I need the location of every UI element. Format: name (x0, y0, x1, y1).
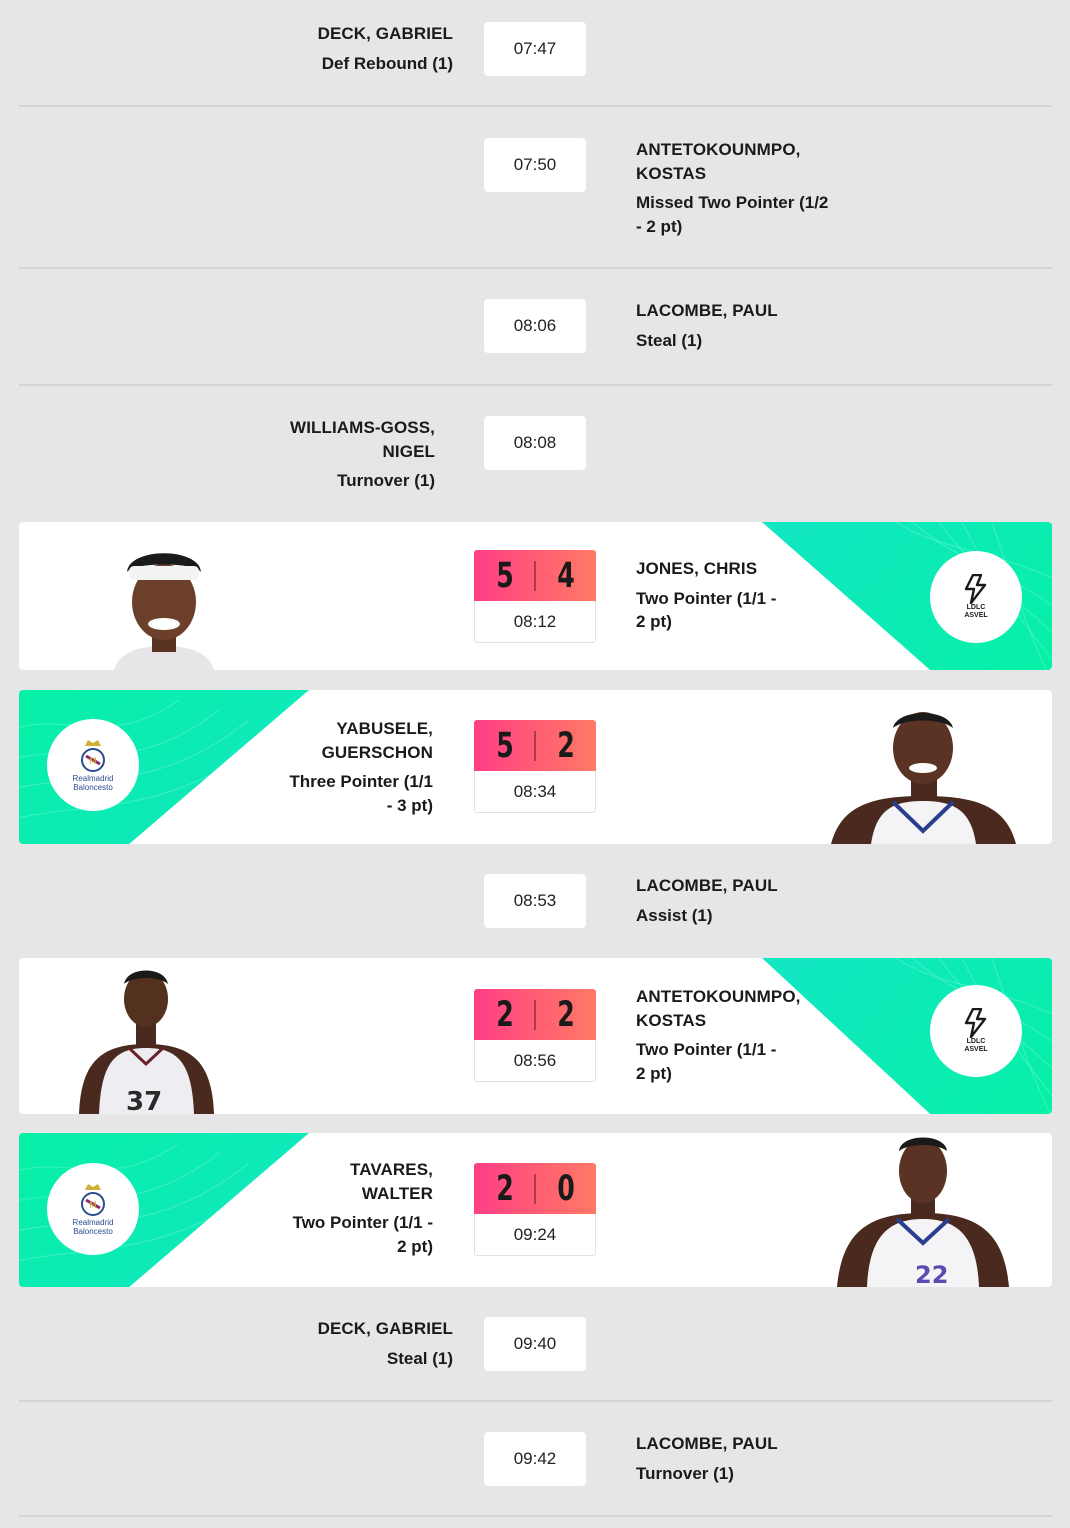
realmadrid-logo-text: Realmadrid Baloncesto (72, 1218, 114, 1236)
player-name[interactable]: LACOMBE, PAUL (636, 299, 778, 323)
away-score: 0 (556, 1168, 575, 1209)
player-name[interactable]: DECK, GABRIEL (318, 22, 453, 46)
player-name[interactable]: ANTETOKOUNMPO, KOSTAS (636, 138, 828, 185)
event-time: 07:47 (484, 22, 586, 76)
player-photo-antetokounmpo: 37 (79, 970, 214, 1114)
player-name[interactable]: YABUSELE, GUERSCHON (289, 717, 433, 764)
event-action: Steal (1) (636, 330, 703, 350)
away-score: 2 (556, 994, 575, 1035)
event-time: 09:40 (484, 1317, 586, 1371)
asvel-logo-text: LDLC ASVEL (964, 604, 988, 619)
scoreboard: 5 4 08:12 (474, 550, 596, 643)
realmadrid-logo-text: Realmadrid Baloncesto (72, 774, 114, 792)
asvel-bolt-icon (964, 1008, 987, 1038)
scoreboard: 2 2 08:56 (474, 989, 596, 1082)
player-name[interactable]: DECK, GABRIEL (318, 1317, 453, 1341)
event-time: 08:56 (474, 1040, 596, 1082)
event-action: Turnover (1) (337, 471, 435, 490)
home-score: 5 (495, 725, 514, 766)
score-bar: 5 4 (474, 550, 596, 601)
event-action: Def Rebound (1) (321, 53, 453, 73)
divider (19, 1400, 1052, 1402)
home-score: 2 (495, 1168, 514, 1209)
event-action: Two Pointer (1/1 -2 pt) (292, 1213, 433, 1256)
divider (19, 384, 1052, 386)
player-name[interactable]: ANTETOKOUNMPO, KOSTAS (636, 985, 800, 1032)
realmadrid-logo[interactable]: M Realmadrid Baloncesto (47, 1163, 139, 1255)
scoreboard: 2 0 09:24 (474, 1163, 596, 1256)
scoreboard: 5 2 08:34 (474, 720, 596, 813)
score-card: SCORE M Realmadrid Baloncesto TAVARES, WAL… (19, 1133, 1052, 1287)
realmadrid-logo[interactable]: M Realmadrid Baloncesto (47, 719, 139, 811)
score-bar: 2 2 (474, 989, 596, 1040)
divider (19, 267, 1052, 269)
event-text: LACOMBE, PAUL Assist (1) (636, 874, 778, 927)
event-text: LACOMBE, PAUL Steal (1) (636, 299, 778, 352)
event-time: 08:12 (474, 601, 596, 643)
event-action: Two Pointer (1/1 -2 pt) (636, 1040, 777, 1083)
event-action: Two Pointer (1/1 -2 pt) (636, 588, 777, 632)
event-text: LACOMBE, PAUL Turnover (1) (636, 1432, 778, 1485)
player-photo-yabusele (831, 712, 1016, 844)
score-card: SCORE LDLC ASVEL 37 2 2 08:56 ANTETOKOUNM… (19, 958, 1052, 1114)
event-action: Turnover (1) (636, 1463, 734, 1483)
player-name[interactable]: LACOMBE, PAUL (636, 1432, 778, 1456)
event-text: DECK, GABRIEL Def Rebound (1) (318, 22, 453, 75)
event-text: ANTETOKOUNMPO, KOSTAS Two Pointer (1/1 -2… (636, 985, 800, 1085)
event-time: 08:34 (474, 771, 596, 813)
event-action: Missed Two Pointer (1/2- 2 pt) (636, 193, 829, 236)
svg-text:M: M (89, 1201, 97, 1211)
event-action: Steal (1) (386, 1348, 453, 1368)
event-text: WILLIAMS-GOSS, NIGEL Turnover (1) (290, 416, 435, 493)
event-time: 08:06 (484, 299, 586, 353)
asvel-logo[interactable]: LDLC ASVEL (930, 551, 1022, 643)
event-action: Assist (1) (636, 905, 713, 925)
away-score: 2 (556, 725, 575, 766)
event-text: YABUSELE, GUERSCHON Three Pointer (1/1- 3… (289, 717, 433, 817)
event-text: DECK, GABRIEL Steal (1) (318, 1317, 453, 1370)
divider (19, 1515, 1052, 1517)
event-time: 09:24 (474, 1214, 596, 1256)
jersey-number: 37 (126, 1087, 162, 1114)
event-text: ANTETOKOUNMPO, KOSTAS Missed Two Pointer … (636, 138, 828, 238)
realmadrid-crest-icon: M (81, 740, 105, 772)
event-text: JONES, CHRIS Two Pointer (1/1 -2 pt) (636, 557, 776, 634)
away-score: 4 (556, 555, 575, 596)
player-name[interactable]: JONES, CHRIS (636, 557, 776, 581)
asvel-bolt-icon (964, 574, 987, 604)
home-score: 2 (495, 994, 514, 1035)
event-text: TAVARES, WALTER Two Pointer (1/1 -2 pt) (293, 1158, 433, 1258)
event-time: 08:08 (484, 416, 586, 470)
asvel-logo[interactable]: LDLC ASVEL (930, 985, 1022, 1077)
player-name[interactable]: TAVARES, WALTER (293, 1158, 433, 1205)
realmadrid-crest-icon: M (81, 1184, 105, 1216)
score-card: SCORE M Realmadrid Baloncesto YABUSELE, GU… (19, 690, 1052, 844)
player-name[interactable]: LACOMBE, PAUL (636, 874, 778, 898)
score-bar: 2 0 (474, 1163, 596, 1214)
player-photo-tavares: 22 (837, 1137, 1009, 1287)
event-action: Three Pointer (1/1- 3 pt) (289, 772, 433, 815)
score-bar: 5 2 (474, 720, 596, 771)
divider (19, 105, 1052, 107)
svg-text:M: M (89, 757, 97, 767)
event-time: 08:53 (484, 874, 586, 928)
event-time: 09:42 (484, 1432, 586, 1486)
asvel-logo-text: LDLC ASVEL (964, 1038, 988, 1053)
event-time: 07:50 (484, 138, 586, 192)
score-card: SCORE LDLCASVEL 5 4 08:12 JONES, CHRIS T… (19, 522, 1052, 670)
player-name[interactable]: WILLIAMS-GOSS, NIGEL (290, 416, 435, 463)
home-score: 5 (495, 555, 514, 596)
jersey-number: 22 (915, 1261, 948, 1287)
player-photo-jones (114, 553, 214, 670)
